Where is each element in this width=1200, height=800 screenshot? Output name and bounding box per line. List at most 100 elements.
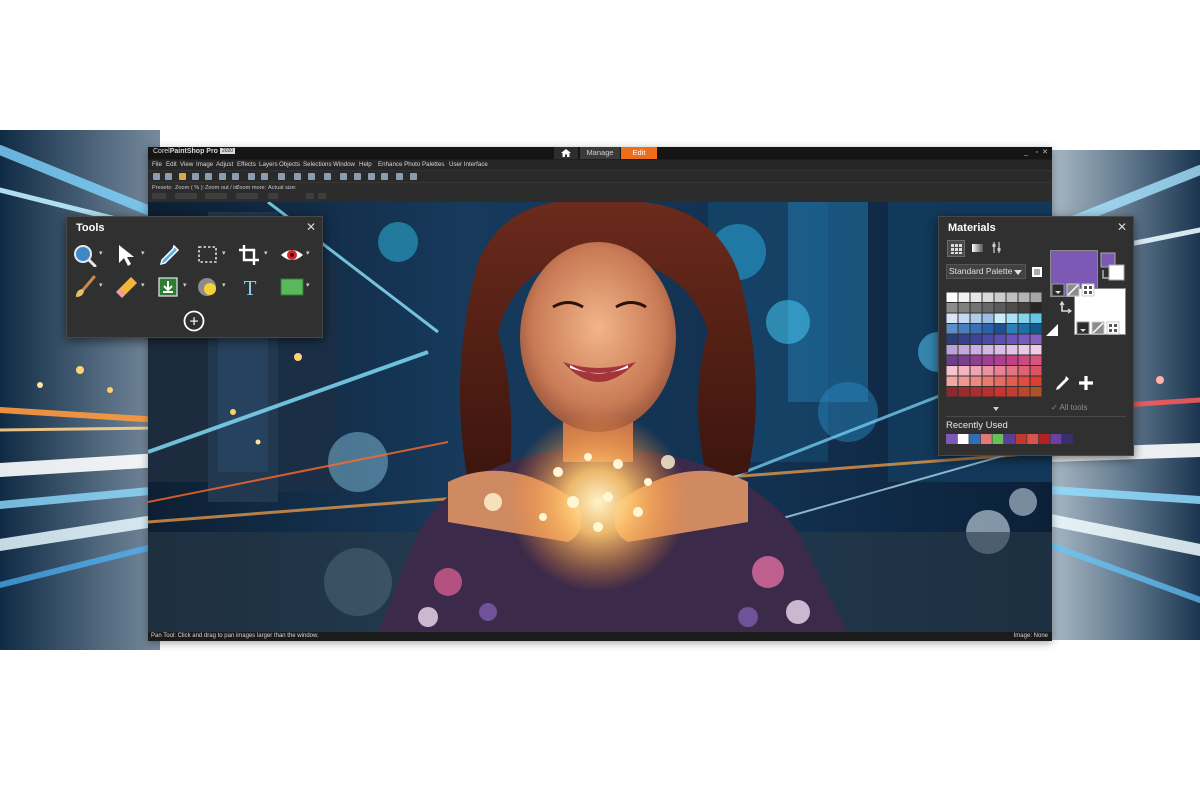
color-swatch[interactable] (970, 366, 982, 376)
redo-icon[interactable] (308, 173, 315, 180)
color-swatch[interactable] (982, 387, 994, 397)
color-swatch[interactable] (970, 313, 982, 324)
color-swatch[interactable] (970, 303, 982, 313)
color-swatch[interactable] (1030, 376, 1042, 387)
color-swatch[interactable] (982, 313, 994, 324)
color-swatch[interactable] (970, 334, 982, 345)
zoom-percent-field[interactable] (175, 193, 197, 199)
recent-color-swatch[interactable] (1062, 434, 1073, 444)
color-swatch[interactable] (958, 313, 970, 324)
color-swatch[interactable] (958, 292, 970, 303)
full-screen-icon[interactable] (396, 173, 403, 180)
recent-color-swatch[interactable] (1015, 434, 1027, 444)
color-swatch[interactable] (946, 313, 958, 324)
tab-gradient[interactable] (969, 240, 987, 257)
color-swatch[interactable] (946, 345, 958, 355)
color-swatch[interactable] (1030, 366, 1042, 376)
color-swatch[interactable] (958, 303, 970, 313)
zoom-out-in-buttons[interactable] (205, 193, 227, 199)
foreground-style-buttons[interactable] (1051, 283, 1099, 297)
color-swatch[interactable] (958, 366, 970, 376)
rectangle-tool-button[interactable] (279, 275, 305, 299)
color-swatch[interactable] (946, 324, 958, 334)
color-swatch[interactable] (946, 355, 958, 366)
new-icon[interactable] (153, 173, 160, 180)
menu-objects[interactable]: Objects (279, 161, 300, 168)
grid-scroll-arrow-icon[interactable] (993, 407, 999, 411)
menu-layers[interactable]: Layers (259, 161, 278, 168)
color-swatch[interactable] (982, 366, 994, 376)
color-swatch[interactable] (946, 334, 958, 345)
zoom-flyout-arrow[interactable]: ▾ (99, 250, 107, 258)
rotate-right-icon[interactable] (261, 173, 268, 180)
eraser-tool-button[interactable] (114, 275, 140, 299)
dodge-tool-button[interactable] (195, 275, 221, 299)
color-swatch[interactable] (946, 303, 958, 313)
crop-to-canvas-icon[interactable] (410, 173, 417, 180)
materials-palette-close-button[interactable]: ✕ (1117, 220, 1127, 234)
menu-adjust[interactable]: Adjust (216, 161, 233, 168)
color-swatch[interactable] (1018, 334, 1030, 345)
color-swatch[interactable] (1006, 303, 1018, 313)
recent-color-swatch[interactable] (980, 434, 992, 444)
color-swatch[interactable] (1006, 345, 1018, 355)
color-swatch[interactable] (958, 387, 970, 397)
recent-color-swatch[interactable] (992, 434, 1004, 444)
color-swatch[interactable] (1018, 324, 1030, 334)
zoom-tool-button[interactable] (72, 243, 98, 267)
crop-flyout-arrow[interactable]: ▾ (264, 250, 272, 258)
tab-edit[interactable]: Edit (621, 147, 657, 159)
color-swatch[interactable] (994, 376, 1006, 387)
color-swatch[interactable] (958, 355, 970, 366)
recent-colors-row[interactable] (946, 434, 1086, 444)
zoom-out-icon[interactable] (381, 173, 388, 180)
color-swatch[interactable] (994, 303, 1006, 313)
palette-menu-icon[interactable] (1031, 266, 1043, 278)
menu-selections[interactable]: Selections (303, 161, 332, 168)
red-eye-flyout-arrow[interactable]: ▾ (306, 250, 314, 258)
menu-image[interactable]: Image (196, 161, 213, 168)
color-swatch[interactable] (946, 376, 958, 387)
save-icon[interactable] (192, 173, 199, 180)
color-swatch[interactable] (1006, 376, 1018, 387)
customize-tools-button[interactable]: + (181, 309, 207, 333)
color-swatch[interactable] (970, 324, 982, 334)
color-swatch[interactable] (1006, 355, 1018, 366)
menu-palettes[interactable]: Palettes (422, 161, 444, 168)
color-swatch[interactable] (958, 376, 970, 387)
color-swatch[interactable] (946, 292, 958, 303)
palette-dropdown[interactable]: Standard Palette (946, 264, 1026, 279)
pick-tool-button[interactable] (114, 243, 140, 267)
color-swatch[interactable] (970, 345, 982, 355)
maximize-button[interactable]: ▫ (1036, 148, 1038, 157)
recent-color-swatch[interactable] (1004, 434, 1015, 444)
color-swatch[interactable] (994, 313, 1006, 324)
color-swatch[interactable] (1018, 355, 1030, 366)
color-swatch[interactable] (994, 324, 1006, 334)
recent-color-swatch[interactable] (946, 434, 957, 444)
color-swatch[interactable] (994, 366, 1006, 376)
color-swatch[interactable] (982, 324, 994, 334)
menu-edit[interactable]: Edit (166, 161, 177, 168)
zoom-in-icon[interactable] (368, 173, 375, 180)
dodge-flyout-arrow[interactable]: ▾ (222, 282, 230, 290)
color-swatch[interactable] (982, 303, 994, 313)
eyedropper-icon[interactable] (1054, 375, 1070, 391)
color-swatch[interactable] (1018, 303, 1030, 313)
color-swatch[interactable] (1030, 387, 1042, 397)
dropper-tool-button[interactable] (156, 243, 182, 267)
resize-icon[interactable] (278, 173, 285, 180)
color-swatch[interactable] (1030, 355, 1042, 366)
clone-flyout-arrow[interactable]: ▾ (183, 282, 191, 290)
color-swatch[interactable] (1030, 292, 1042, 303)
fit-window-icon[interactable] (340, 173, 347, 180)
color-swatch[interactable] (1006, 292, 1018, 303)
add-swatch-icon[interactable] (1078, 375, 1094, 391)
color-swatch[interactable] (970, 387, 982, 397)
tools-palette-close-button[interactable]: ✕ (306, 220, 316, 234)
color-swatch[interactable] (1018, 387, 1030, 397)
color-swatch[interactable] (958, 345, 970, 355)
color-swatch[interactable] (1030, 303, 1042, 313)
menu-effects[interactable]: Effects (237, 161, 256, 168)
home-tab[interactable] (554, 147, 578, 159)
